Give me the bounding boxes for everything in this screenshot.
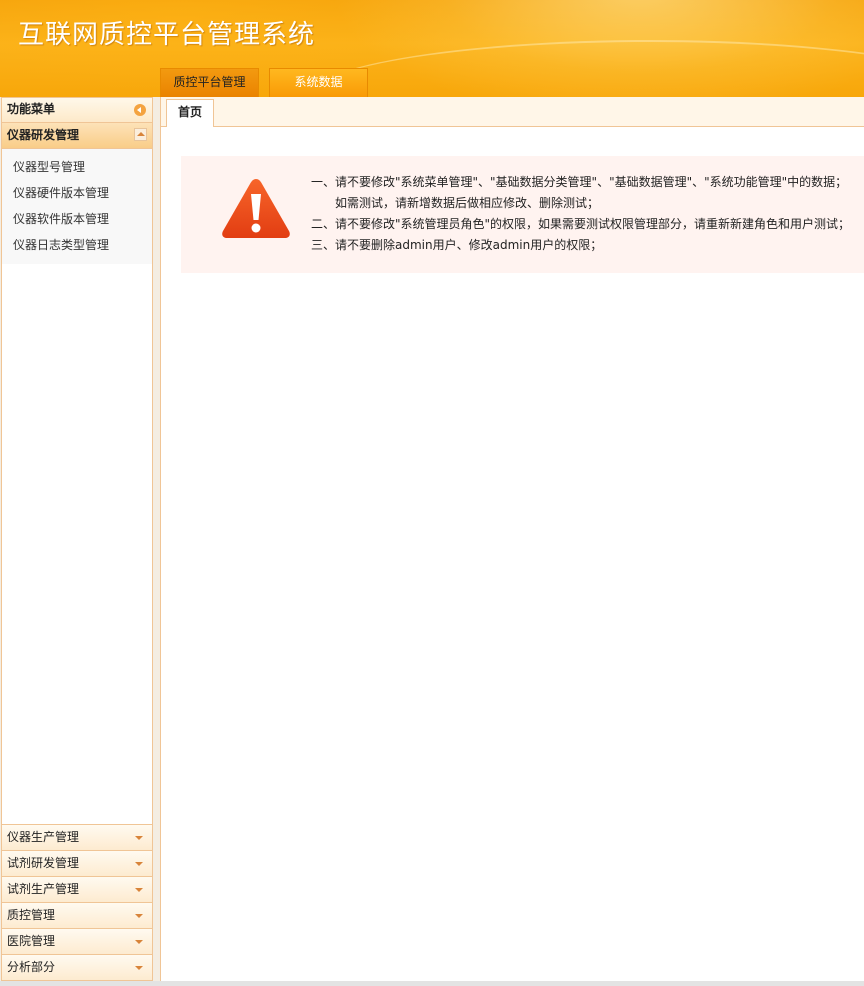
arrow-down-icon [135,862,143,866]
main-content: 首页 一、请不要修改"系统菜单管理"、"基础数据分类管理"、"基础数据管理"、"… [160,97,864,981]
sidebar-group-label: 仪器研发管理 [7,128,80,142]
app-header: 互联网质控平台管理系统 质控平台管理 系统数据 [0,0,864,97]
warning-triangle-icon [222,179,290,238]
sidebar-item-software-version[interactable]: 仪器软件版本管理 [2,206,152,232]
sidebar-group-label: 分析部分 [7,960,56,974]
notice-line: 如需测试，请新增数据后做相应修改、删除测试； [335,196,600,210]
sidebar-group-instrument-rd[interactable]: 仪器研发管理 [2,123,152,149]
sidebar-title: 功能菜单 [7,102,56,116]
sidebar-submenu: 仪器型号管理 仪器硬件版本管理 仪器软件版本管理 仪器日志类型管理 [2,149,152,264]
sidebar-item-log-type[interactable]: 仪器日志类型管理 [2,232,152,258]
arrow-down-icon [135,966,143,970]
sidebar-group-label: 质控管理 [7,908,56,922]
sidebar-item-model[interactable]: 仪器型号管理 [2,154,152,180]
notice-text: 一、请不要修改"系统菜单管理"、"基础数据分类管理"、"基础数据管理"、"系统功… [311,172,850,256]
sidebar-group-quality-control[interactable]: 质控管理 [2,902,152,928]
notice-panel: 一、请不要修改"系统菜单管理"、"基础数据分类管理"、"基础数据管理"、"系统功… [181,156,864,273]
sidebar-group-reagent-production[interactable]: 试剂生产管理 [2,876,152,902]
app-title: 互联网质控平台管理系统 [18,20,316,50]
arrow-down-icon [135,914,143,918]
notice-line: 一、请不要修改"系统菜单管理"、"基础数据分类管理"、"基础数据管理"、"系统功… [311,175,848,189]
sidebar-collapsed-groups: 仪器生产管理 试剂研发管理 试剂生产管理 质控管理 医院管理 分析部分 [2,824,152,980]
arrow-down-icon [135,940,143,944]
chevron-left-circle-icon[interactable] [134,104,146,116]
footer-bar [0,981,864,986]
arrow-down-icon [135,888,143,892]
top-tab-qc-platform[interactable]: 质控平台管理 [160,68,259,97]
notice-line: 三、请不要删除admin用户、修改admin用户的权限； [311,238,603,252]
sidebar-group-label: 试剂生产管理 [7,882,80,896]
sidebar-group-label: 医院管理 [7,934,56,948]
sidebar-group-label: 仪器生产管理 [7,830,80,844]
sidebar-group-analysis[interactable]: 分析部分 [2,954,152,980]
sidebar-item-hardware-version[interactable]: 仪器硬件版本管理 [2,180,152,206]
arrow-down-icon [135,836,143,840]
arrow-up-icon[interactable] [134,128,147,141]
notice-line: 二、请不要修改"系统管理员角色"的权限，如果需要测试权限管理部分，请重新新建角色… [311,217,851,231]
sidebar-group-instrument-production[interactable]: 仪器生产管理 [2,824,152,850]
top-tab-system-data[interactable]: 系统数据 [269,68,368,97]
content-tab-strip: 首页 [161,97,864,127]
sidebar-group-reagent-rd[interactable]: 试剂研发管理 [2,850,152,876]
sidebar-group-label: 试剂研发管理 [7,856,80,870]
sidebar-group-hospital[interactable]: 医院管理 [2,928,152,954]
tab-home[interactable]: 首页 [166,99,214,127]
sidebar: 功能菜单 仪器研发管理 仪器型号管理 仪器硬件版本管理 仪器软件版本管理 仪器日… [1,97,153,981]
sidebar-header: 功能菜单 [2,98,152,123]
